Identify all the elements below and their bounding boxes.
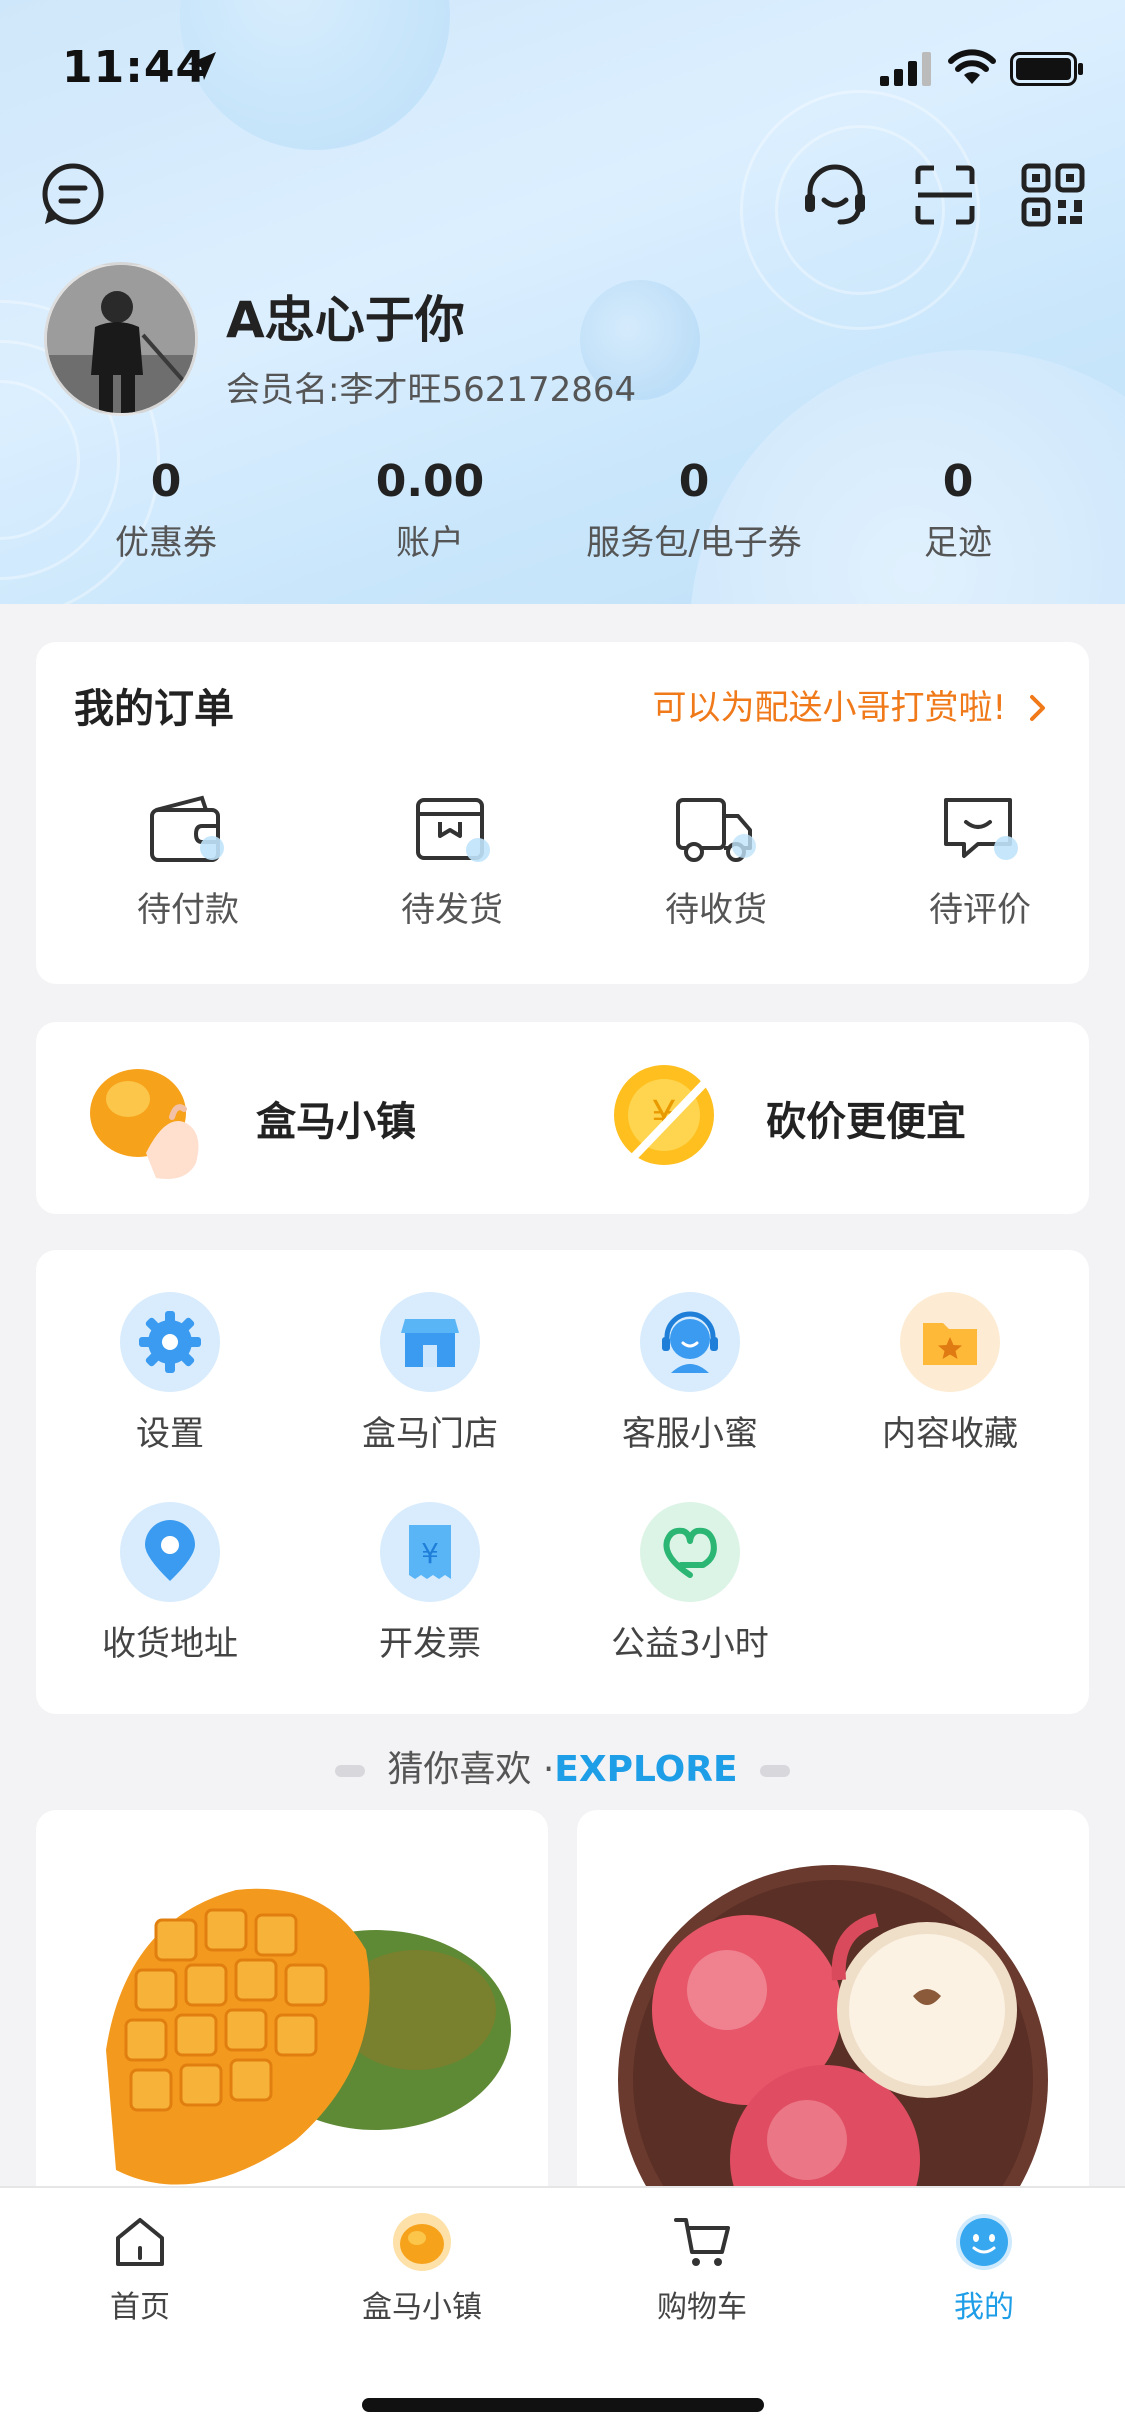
- stat-label: 足迹: [924, 523, 992, 563]
- member-name: 会员名:李才旺562172864: [226, 370, 637, 410]
- chevron-right-icon: [1030, 695, 1045, 721]
- order-pending-review[interactable]: 待评价: [870, 792, 1090, 931]
- folder-star-icon: [900, 1292, 1000, 1392]
- order-pending-payment[interactable]: 待付款: [78, 792, 298, 931]
- cellular-signal-icon: [880, 52, 931, 86]
- service-invoice[interactable]: ¥ 开发票: [310, 1502, 550, 1665]
- tip-text: 可以为配送小哥打赏啦!: [652, 688, 1007, 728]
- charity-heart-icon: [640, 1502, 740, 1602]
- stat-label: 服务包/电子券: [586, 523, 802, 563]
- service-charity[interactable]: 公益3小时: [570, 1502, 810, 1665]
- stat-coupons[interactable]: 0 优惠券: [26, 456, 306, 564]
- location-arrow-icon: [188, 52, 216, 80]
- service-customer-support[interactable]: 客服小蜜: [570, 1292, 810, 1455]
- service-label: 收货地址: [102, 1624, 238, 1664]
- battery-icon: [1010, 52, 1083, 86]
- decor-dot: [759, 1765, 790, 1777]
- promo-bargain[interactable]: ¥ 砍价更便宜: [606, 1022, 966, 1214]
- promo-hema-town[interactable]: 盒马小镇: [76, 1022, 416, 1214]
- profile-header: 11:44 A忠心于你 会员名:李才旺562172864 0 优惠券 0.00 …: [0, 0, 1125, 604]
- orders-title[interactable]: 我的订单: [74, 676, 234, 734]
- service-stores[interactable]: 盒马门店: [310, 1292, 550, 1455]
- gear-icon: [120, 1292, 220, 1392]
- avatar[interactable]: [44, 262, 198, 416]
- package-icon: [416, 798, 490, 862]
- order-pending-receipt[interactable]: 待收货: [606, 792, 826, 931]
- stat-footprint[interactable]: 0 足迹: [818, 456, 1098, 564]
- tab-hema-town[interactable]: 盒马小镇: [322, 2212, 522, 2326]
- customer-service-icon: [640, 1292, 740, 1392]
- fruit-hand-icon: [90, 1069, 199, 1179]
- me-smile-icon: [956, 2214, 1012, 2270]
- tip-courier-link[interactable]: 可以为配送小哥打赏啦!: [653, 680, 1049, 729]
- stat-value: 0: [150, 456, 182, 507]
- stat-value: 0: [678, 456, 710, 507]
- user-nickname: A忠心于你: [226, 291, 465, 349]
- stat-service-packages[interactable]: 0 服务包/电子券: [554, 456, 834, 564]
- tab-home[interactable]: 首页: [40, 2212, 240, 2326]
- order-label: 待评价: [929, 890, 1031, 930]
- hema-town-icon: [393, 2213, 451, 2271]
- tab-label: 盒马小镇: [362, 2290, 482, 2325]
- stat-label: 优惠券: [115, 523, 217, 563]
- invoice-icon: ¥: [380, 1502, 480, 1602]
- message-icon[interactable]: [38, 160, 108, 230]
- stat-value: 0: [942, 456, 974, 507]
- cart-icon: [674, 2218, 730, 2266]
- location-pin-icon: [120, 1502, 220, 1602]
- tab-cart[interactable]: 购物车: [602, 2212, 802, 2326]
- service-favorites[interactable]: 内容收藏: [830, 1292, 1070, 1455]
- service-label: 开发票: [379, 1624, 481, 1664]
- decor-dot: [335, 1765, 366, 1777]
- service-label: 设置: [136, 1414, 204, 1454]
- service-label: 客服小蜜: [622, 1414, 758, 1454]
- review-icon: [944, 798, 1018, 860]
- wifi-icon: [948, 49, 996, 84]
- explore-cn-label: 猜你喜欢 ·: [387, 1749, 555, 1790]
- svg-text:¥: ¥: [421, 1537, 439, 1570]
- tab-label: 首页: [110, 2290, 170, 2325]
- services-card: 设置 盒马门店 客服小蜜 内容收藏 收货地址 ¥ 开发票 公益3小时: [36, 1250, 1089, 1714]
- promos-card: 盒马小镇 ¥ 砍价更便宜: [36, 1022, 1089, 1214]
- service-label: 盒马门店: [362, 1414, 498, 1454]
- wallet-icon: [150, 795, 224, 862]
- stat-label: 账户: [396, 523, 464, 563]
- orders-card: 我的订单 可以为配送小哥打赏啦! 待付款 待发货 待收货 待评价: [36, 642, 1089, 984]
- qr-code-icon[interactable]: [1018, 160, 1088, 230]
- truck-icon: [676, 798, 756, 862]
- service-settings[interactable]: 设置: [50, 1292, 290, 1455]
- home-indicator[interactable]: [362, 2398, 764, 2412]
- tab-me[interactable]: 我的: [884, 2212, 1084, 2326]
- order-label: 待收货: [665, 890, 767, 930]
- promo-label: 砍价更便宜: [766, 1099, 966, 1145]
- store-icon: [380, 1292, 480, 1392]
- stat-value: 0.00: [375, 456, 485, 507]
- coin-cut-icon: ¥: [614, 1065, 721, 1168]
- order-label: 待付款: [137, 890, 239, 930]
- service-label: 公益3小时: [611, 1624, 769, 1664]
- service-label: 内容收藏: [882, 1414, 1018, 1454]
- order-label: 待发货: [401, 890, 503, 930]
- service-address[interactable]: 收货地址: [50, 1502, 290, 1665]
- home-icon: [116, 2218, 164, 2266]
- tab-label: 购物车: [657, 2290, 747, 2325]
- status-bar: 11:44: [0, 0, 1125, 140]
- promo-label: 盒马小镇: [256, 1099, 416, 1145]
- scan-icon[interactable]: [910, 160, 980, 230]
- order-pending-shipment[interactable]: 待发货: [342, 792, 562, 931]
- tab-label: 我的: [954, 2290, 1014, 2325]
- stat-account[interactable]: 0.00 账户: [290, 456, 570, 564]
- avatar-photo: [47, 265, 195, 413]
- explore-en-label: EXPLORE: [554, 1749, 738, 1790]
- customer-service-headset-icon[interactable]: [800, 160, 870, 230]
- explore-header: 猜你喜欢 ·EXPLORE: [0, 1740, 1125, 1792]
